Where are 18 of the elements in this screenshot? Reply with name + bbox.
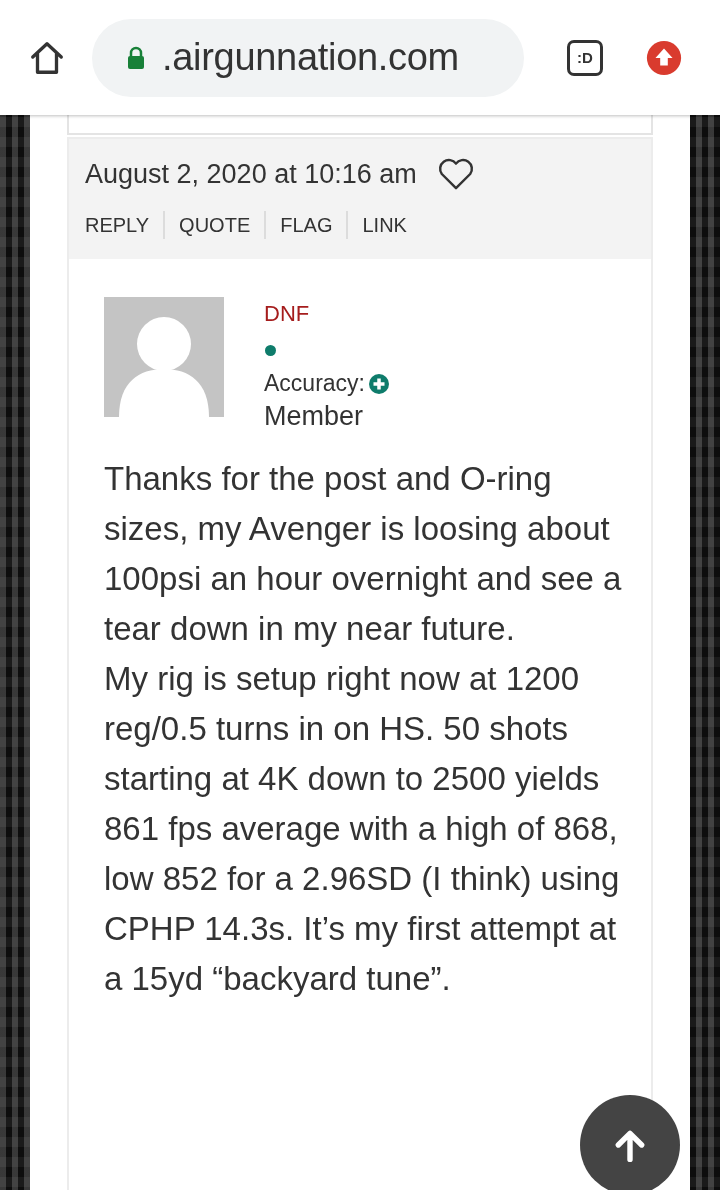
member-role: Member bbox=[264, 401, 364, 432]
tab-switcher-button[interactable]: :D bbox=[567, 39, 603, 76]
comment-date: August 2, 2020 at 10:16 am bbox=[85, 158, 417, 190]
comment-action-link[interactable]: LINK bbox=[362, 213, 407, 237]
url-text: .airgunnation.com bbox=[162, 36, 459, 79]
comment-action-link[interactable]: REPLY bbox=[85, 213, 150, 237]
comment-text: My rig is setup right now at 1200 reg/0.5 turns in on HS. 50 shots starting at 4K down to 2500 yields 861 fps average with a high of 868, low 852 for a 2.96SD (I think) using CPHP 14.3s. It’s my first attempt at a 15yd “backyard tune”. bbox=[104, 659, 621, 999]
accuracy-label: Accuracy: bbox=[264, 370, 365, 397]
comment-action-link[interactable]: QUOTE bbox=[179, 213, 251, 237]
avatar-icon bbox=[104, 297, 224, 417]
update-icon[interactable] bbox=[645, 38, 683, 77]
heart-icon[interactable] bbox=[436, 157, 475, 191]
lock-icon bbox=[126, 45, 146, 70]
plus-icon[interactable] bbox=[369, 373, 389, 394]
comment-action-link[interactable]: FLAG bbox=[280, 213, 333, 237]
address-bar[interactable]: .airgunnation.com bbox=[92, 18, 524, 97]
comment-text: Thanks for the post and O-ring sizes, my Avenger is loosing about 100psi an hour overnight and see a tear down in my near future. bbox=[104, 459, 623, 649]
author-name[interactable]: DNF bbox=[264, 301, 310, 327]
